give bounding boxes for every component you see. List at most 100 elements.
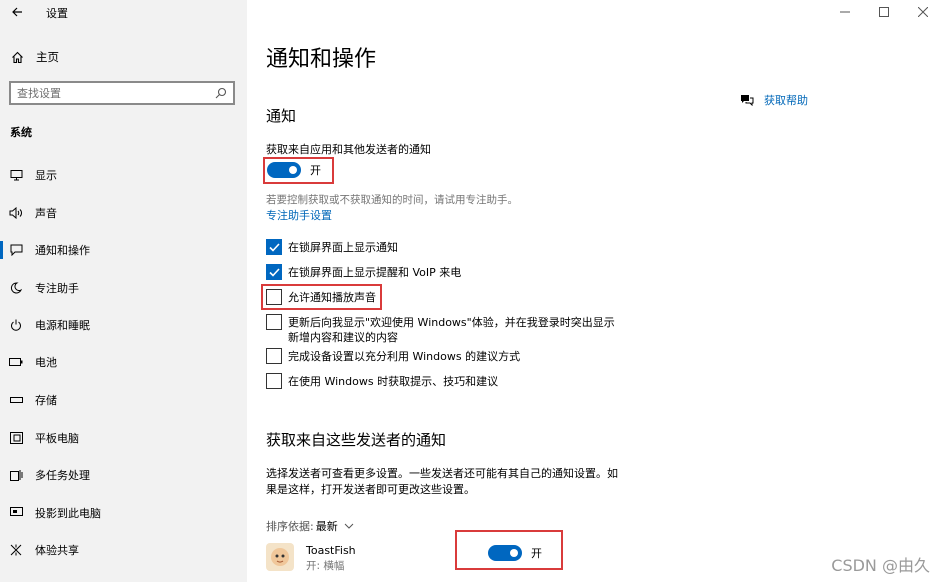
get-notifications-label: 获取来自应用和其他发送者的通知 xyxy=(266,143,431,156)
maximize-icon xyxy=(878,7,889,17)
checkmark-icon xyxy=(268,267,280,277)
multitask-icon xyxy=(9,468,23,482)
search-icon[interactable] xyxy=(215,87,227,99)
checkbox[interactable] xyxy=(266,373,282,389)
checkbox-tips[interactable]: 在使用 Windows 时获取提示、技巧和建议 xyxy=(266,373,498,389)
sidebar-item-storage[interactable]: 存储 xyxy=(0,387,247,413)
sender-text: ToastFish 开: 横幅 xyxy=(306,543,356,573)
sidebar-item-project[interactable]: 投影到此电脑 xyxy=(0,500,247,526)
window-title: 设置 xyxy=(46,7,68,20)
senders-description-line1: 选择发送者可查看更多设置。一些发送者还可能有其自己的通知设置。如 xyxy=(266,467,618,480)
checkbox[interactable] xyxy=(266,314,282,330)
checkbox-notification-sounds[interactable]: 允许通知播放声音 xyxy=(266,289,376,305)
sidebar-item-label: 多任务处理 xyxy=(35,469,90,482)
sidebar-item-power[interactable]: 电源和睡眠 xyxy=(0,312,247,338)
sidebar-item-tablet[interactable]: 平板电脑 xyxy=(0,425,247,451)
checkbox[interactable] xyxy=(266,264,282,280)
watermark: CSDN @由久 xyxy=(831,556,930,575)
close-icon xyxy=(917,7,928,17)
checkbox-label: 更新后向我显示"欢迎使用 Windows"体验，并在我登录时突出显示 新增内容和… xyxy=(288,315,615,345)
sidebar-item-battery[interactable]: 电池 xyxy=(0,349,247,375)
checkbox[interactable] xyxy=(266,348,282,364)
checkbox-label: 在使用 Windows 时获取提示、技巧和建议 xyxy=(288,375,499,388)
power-icon xyxy=(9,318,23,332)
sidebar-item-focus-assist[interactable]: 专注助手 xyxy=(0,275,247,301)
sidebar-item-notifications[interactable]: 通知和操作 xyxy=(0,237,247,263)
sender-status: 开: 横幅 xyxy=(306,560,345,572)
toggle-switch[interactable] xyxy=(267,162,301,178)
minimize-icon xyxy=(839,11,850,13)
sidebar-item-label: 平板电脑 xyxy=(35,432,79,445)
sidebar-item-label: 电源和睡眠 xyxy=(35,319,90,332)
checkmark-icon xyxy=(268,242,280,252)
checkbox[interactable] xyxy=(266,239,282,255)
sender-row-toastfish[interactable]: ToastFish 开: 横幅 xyxy=(266,543,356,573)
checkbox-label-line1: 更新后向我显示"欢迎使用 Windows"体验，并在我登录时突出显示 xyxy=(288,316,615,329)
notifications-toggle[interactable]: 开 xyxy=(267,162,321,178)
monitor-icon xyxy=(9,168,23,182)
close-button[interactable] xyxy=(903,0,942,24)
checkbox-label: 允许通知播放声音 xyxy=(288,291,376,304)
notification-icon xyxy=(9,243,23,257)
sidebar-item-label: 体验共享 xyxy=(35,544,79,557)
sidebar-item-label: 投影到此电脑 xyxy=(35,507,101,520)
main-content: 通知和操作 获取帮助 通知 获取来自应用和其他发送者的通知 开 若要控制获取或不… xyxy=(247,0,942,582)
sidebar-item-display[interactable]: 显示 xyxy=(0,162,247,188)
sender-name: ToastFish xyxy=(306,544,356,557)
toggle-switch[interactable] xyxy=(488,545,522,561)
sidebar-item-label: 专注助手 xyxy=(35,282,79,295)
sidebar: 设置 主页 系统 显示 声音 通知和操作 专注助手 xyxy=(0,0,247,582)
toastfish-toggle[interactable]: 开 xyxy=(488,545,542,561)
sidebar-item-label: 存储 xyxy=(35,394,57,407)
senders-heading: 获取来自这些发送者的通知 xyxy=(266,431,447,449)
help-chat-icon xyxy=(741,95,754,106)
chevron-down-icon xyxy=(344,523,354,529)
checkbox-lockscreen-reminders[interactable]: 在锁屏界面上显示提醒和 VoIP 来电 xyxy=(266,264,461,280)
sort-value: 最新 xyxy=(315,520,338,533)
checkbox-label-line2: 新增内容和建议的内容 xyxy=(288,331,398,344)
checkbox-lockscreen-notifications[interactable]: 在锁屏界面上显示通知 xyxy=(266,239,398,255)
checkbox-label: 在锁屏界面上显示提醒和 VoIP 来电 xyxy=(288,266,462,279)
back-arrow-icon xyxy=(12,7,22,17)
tablet-icon xyxy=(9,431,23,445)
sort-dropdown[interactable]: 排序依据: 最新 xyxy=(266,518,354,534)
checkbox[interactable] xyxy=(266,289,282,305)
minimize-button[interactable] xyxy=(825,0,864,24)
sidebar-item-multitasking[interactable]: 多任务处理 xyxy=(0,462,247,488)
focus-assist-settings-link[interactable]: 专注助手设置 xyxy=(266,207,332,223)
back-button[interactable] xyxy=(8,3,26,21)
settings-window: 设置 主页 系统 显示 声音 通知和操作 专注助手 xyxy=(0,0,942,582)
sort-label: 排序依据: xyxy=(266,520,314,533)
toastfish-app-icon xyxy=(266,543,294,571)
senders-description-line2: 果是这样，打开发送者即可更改这些设置。 xyxy=(266,483,475,496)
page-title: 通知和操作 xyxy=(266,47,377,72)
checkbox-device-setup[interactable]: 完成设备设置以充分利用 Windows 的建议方式 xyxy=(266,348,520,364)
toggle-state-label: 开 xyxy=(310,164,321,177)
share-icon xyxy=(9,543,23,557)
project-icon xyxy=(9,506,23,520)
window-controls xyxy=(825,0,942,24)
search-box[interactable] xyxy=(9,81,235,105)
toggle-state-label: 开 xyxy=(531,547,542,560)
sidebar-item-home[interactable]: 主页 xyxy=(0,44,247,70)
focus-assist-hint: 若要控制获取或不获取通知的时间，请试用专注助手。 xyxy=(266,194,518,206)
sidebar-item-shared-experiences[interactable]: 体验共享 xyxy=(0,537,247,563)
search-input[interactable] xyxy=(11,86,201,100)
checkbox-label: 完成设备设置以充分利用 Windows 的建议方式 xyxy=(288,350,521,363)
moon-icon xyxy=(9,281,23,295)
get-help-label: 获取帮助 xyxy=(764,94,808,107)
sidebar-item-sound[interactable]: 声音 xyxy=(0,200,247,226)
sidebar-item-label: 通知和操作 xyxy=(35,244,90,257)
notifications-heading: 通知 xyxy=(266,107,297,125)
home-icon xyxy=(10,50,24,64)
get-help-link[interactable]: 获取帮助 xyxy=(740,92,808,108)
sidebar-item-label: 声音 xyxy=(35,207,57,220)
storage-icon xyxy=(9,393,23,407)
checkbox-label: 在锁屏界面上显示通知 xyxy=(288,241,398,254)
checkbox-welcome-experience[interactable]: 更新后向我显示"欢迎使用 Windows"体验，并在我登录时突出显示 新增内容和… xyxy=(266,314,615,345)
maximize-button[interactable] xyxy=(864,0,903,24)
sidebar-section-title: 系统 xyxy=(10,126,32,139)
speaker-icon xyxy=(9,206,23,220)
sidebar-item-label: 显示 xyxy=(35,169,57,182)
home-label: 主页 xyxy=(36,50,59,64)
